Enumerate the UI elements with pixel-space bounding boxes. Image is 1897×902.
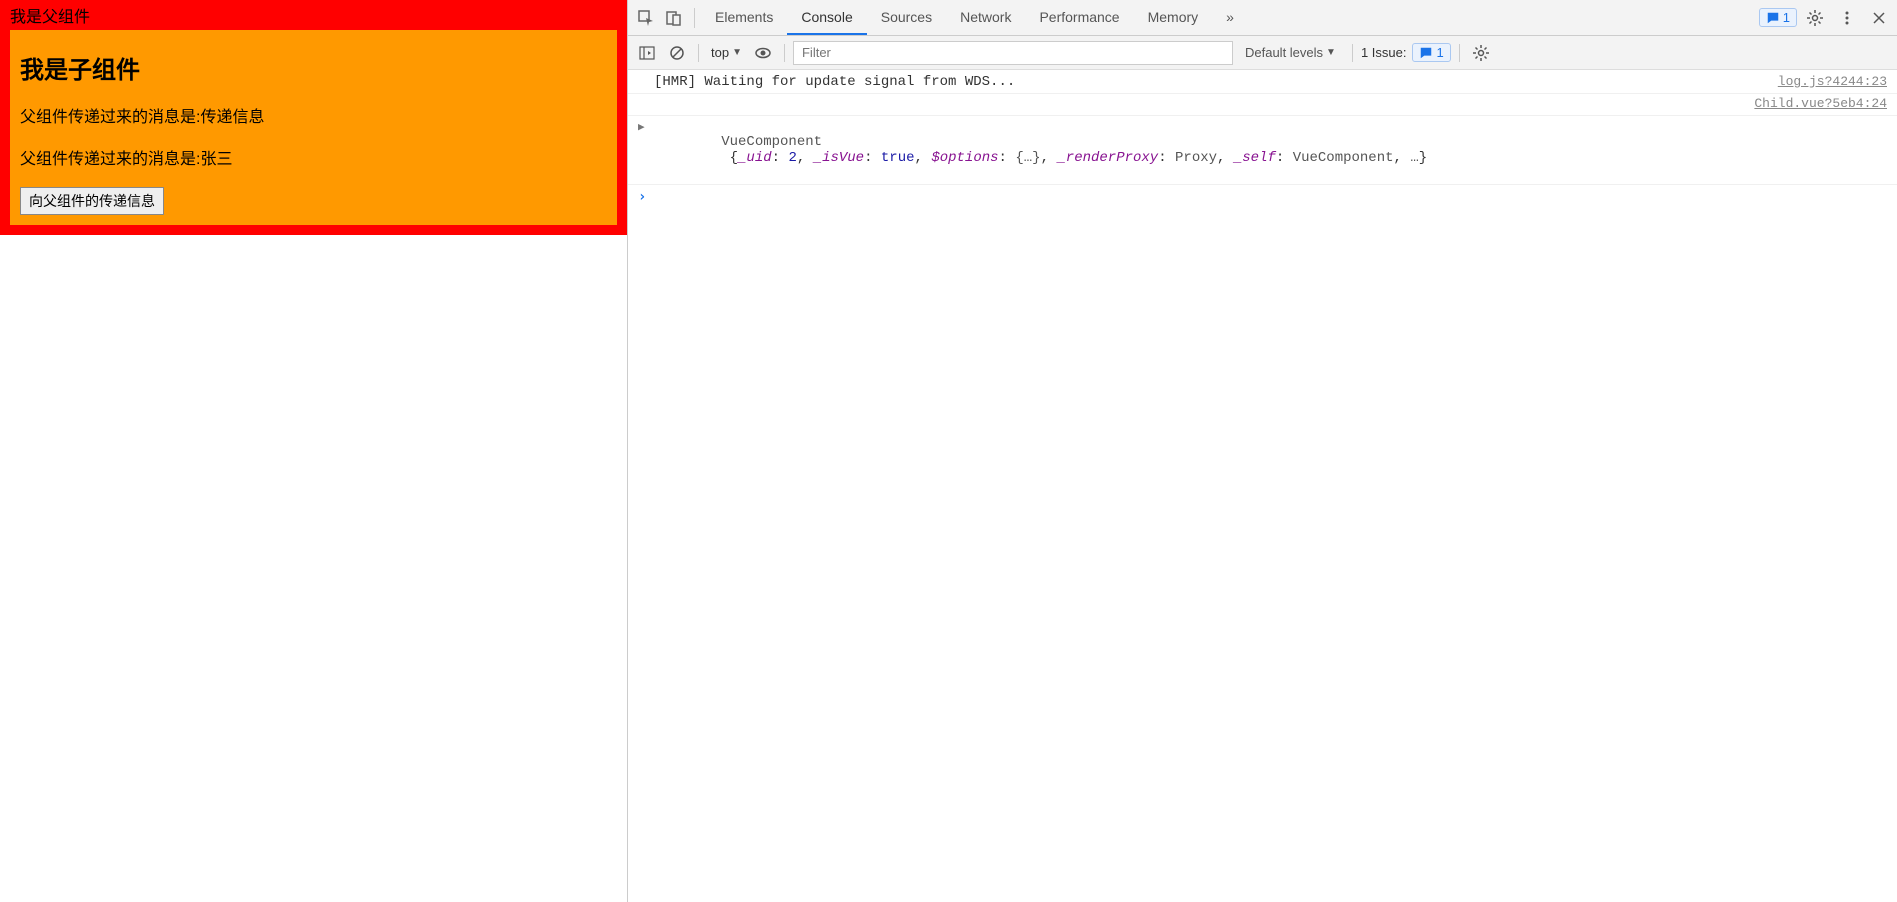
devtools-toolbar: Elements Console Sources Network Perform… bbox=[628, 0, 1897, 36]
console-output: [HMR] Waiting for update signal from WDS… bbox=[628, 70, 1897, 902]
tab-network[interactable]: Network bbox=[946, 0, 1025, 35]
issue-badge[interactable]: 1 bbox=[1412, 43, 1450, 62]
live-expression-icon[interactable] bbox=[750, 40, 776, 66]
toolbar-divider bbox=[694, 8, 695, 28]
filter-divider bbox=[1459, 44, 1460, 62]
chevron-down-icon: ▼ bbox=[1326, 47, 1336, 58]
parent-component: 我是父组件 我是子组件 父组件传递过来的消息是:传递信息 父组件传递过来的消息是… bbox=[0, 0, 627, 235]
inspect-element-icon[interactable] bbox=[632, 4, 660, 32]
console-prompt[interactable]: › bbox=[628, 185, 1897, 209]
object-preview[interactable]: VueComponent {_uid: 2, _isVue: true, $op… bbox=[654, 118, 1887, 182]
console-log-row: [HMR] Waiting for update signal from WDS… bbox=[628, 72, 1897, 94]
message-icon bbox=[1419, 46, 1433, 60]
messages-badge[interactable]: 1 bbox=[1759, 8, 1797, 27]
child-component: 我是子组件 父组件传递过来的消息是:传递信息 父组件传递过来的消息是:张三 向父… bbox=[10, 30, 617, 225]
console-filterbar: top ▼ Default levels ▼ 1 Issue: 1 bbox=[628, 36, 1897, 70]
devtools-panel: Elements Console Sources Network Perform… bbox=[628, 0, 1897, 902]
issue-label: 1 Issue: bbox=[1361, 45, 1407, 60]
tab-memory[interactable]: Memory bbox=[1134, 0, 1213, 35]
filter-divider bbox=[784, 44, 785, 62]
settings-icon[interactable] bbox=[1801, 4, 1829, 32]
chevron-down-icon: ▼ bbox=[732, 47, 742, 58]
tab-elements[interactable]: Elements bbox=[701, 0, 787, 35]
expand-triangle-icon[interactable]: ▶ bbox=[638, 120, 645, 134]
source-link[interactable]: Child.vue?5eb4:24 bbox=[1754, 96, 1887, 111]
tab-more[interactable]: » bbox=[1212, 0, 1248, 35]
send-to-parent-button[interactable]: 向父组件的传递信息 bbox=[20, 187, 164, 215]
more-menu-icon[interactable] bbox=[1833, 4, 1861, 32]
message-icon bbox=[1766, 11, 1780, 25]
issue-count: 1 bbox=[1436, 45, 1443, 60]
console-sidebar-toggle-icon[interactable] bbox=[634, 40, 660, 66]
child-message-2: 父组件传递过来的消息是:张三 bbox=[20, 145, 607, 169]
child-message-1: 父组件传递过来的消息是:传递信息 bbox=[20, 103, 607, 127]
tab-performance[interactable]: Performance bbox=[1025, 0, 1133, 35]
filter-input[interactable] bbox=[793, 41, 1233, 65]
device-toggle-icon[interactable] bbox=[660, 4, 688, 32]
parent-title: 我是父组件 bbox=[10, 0, 617, 30]
console-object-row: ▶ VueComponent {_uid: 2, _isVue: true, $… bbox=[628, 116, 1897, 185]
filter-divider bbox=[1352, 44, 1353, 62]
messages-count: 1 bbox=[1783, 10, 1790, 25]
source-link[interactable]: log.js?4244:23 bbox=[1778, 74, 1887, 89]
filter-divider bbox=[698, 44, 699, 62]
console-settings-icon[interactable] bbox=[1468, 40, 1494, 66]
levels-label: Default levels bbox=[1245, 45, 1323, 60]
clear-console-icon[interactable] bbox=[664, 40, 690, 66]
console-source-row: Child.vue?5eb4:24 bbox=[628, 94, 1897, 116]
prompt-symbol: › bbox=[638, 189, 646, 205]
devtools-tabs: Elements Console Sources Network Perform… bbox=[701, 0, 1248, 35]
child-title: 我是子组件 bbox=[20, 50, 607, 85]
tab-sources[interactable]: Sources bbox=[867, 0, 946, 35]
context-dropdown[interactable]: top ▼ bbox=[707, 43, 746, 62]
page-content-panel: 我是父组件 我是子组件 父组件传递过来的消息是:传递信息 父组件传递过来的消息是… bbox=[0, 0, 628, 902]
levels-dropdown[interactable]: Default levels ▼ bbox=[1237, 43, 1344, 62]
issues-group[interactable]: 1 Issue: 1 bbox=[1361, 43, 1451, 62]
context-label: top bbox=[711, 45, 729, 60]
toolbar-right: 1 bbox=[1759, 4, 1893, 32]
console-message: [HMR] Waiting for update signal from WDS… bbox=[654, 74, 1778, 90]
tab-console[interactable]: Console bbox=[787, 0, 866, 35]
close-devtools-icon[interactable] bbox=[1865, 4, 1893, 32]
